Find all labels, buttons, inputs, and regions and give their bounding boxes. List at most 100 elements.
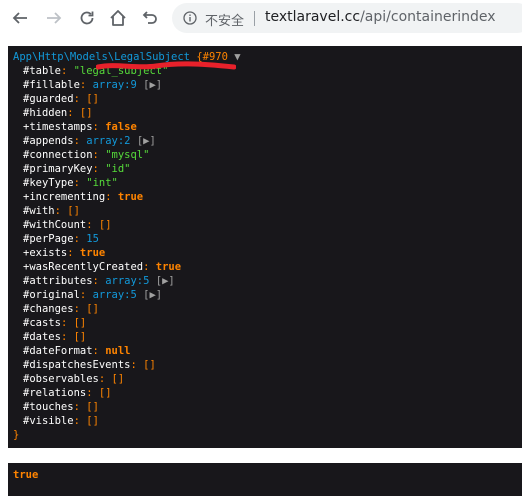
redaction-scribble bbox=[96, 61, 236, 70]
var-dump-panel-2: true bbox=[8, 463, 522, 496]
property-separator: : bbox=[79, 289, 93, 301]
back-button[interactable] bbox=[8, 6, 32, 30]
property-value: [] bbox=[79, 107, 93, 119]
property-name: keyType bbox=[29, 177, 74, 189]
property-name: timestamps bbox=[29, 121, 93, 133]
property-name: table bbox=[29, 65, 61, 77]
property-value: [] bbox=[86, 401, 99, 413]
property-value: "mysql" bbox=[105, 149, 150, 161]
property-separator: : bbox=[92, 345, 106, 357]
property-name: touches bbox=[29, 401, 74, 413]
property-name: visible bbox=[29, 415, 74, 427]
property-value: array:9 bbox=[92, 79, 137, 91]
property-name: wasRecentlyCreated bbox=[29, 261, 144, 273]
expand-toggle[interactable]: [▶] bbox=[137, 79, 162, 91]
property-name: incrementing bbox=[29, 191, 106, 203]
browser-toolbar: 不安全 textlaravel.cc/api/containerindex bbox=[0, 0, 522, 36]
property-separator: : bbox=[79, 79, 93, 91]
property-name: casts bbox=[29, 317, 61, 329]
undo-arrow-icon bbox=[142, 11, 157, 24]
property-name: connection bbox=[29, 149, 93, 161]
property-row: #appends: array:2 [▶] bbox=[23, 134, 156, 148]
property-name: dispatchesEvents bbox=[29, 359, 131, 371]
property-value: [] bbox=[86, 93, 99, 105]
property-name: attributes bbox=[29, 275, 93, 287]
property-name: exists bbox=[29, 247, 68, 259]
property-row: #dates: [] bbox=[23, 330, 86, 344]
property-row: #keyType: "int" bbox=[23, 176, 118, 190]
property-separator: : bbox=[67, 107, 80, 119]
home-button[interactable] bbox=[106, 6, 130, 30]
property-value: true bbox=[155, 261, 182, 273]
property-separator: : bbox=[54, 205, 68, 217]
property-row: +wasRecentlyCreated: true bbox=[23, 260, 181, 274]
property-separator: : bbox=[73, 233, 87, 245]
property-row: #connection: "mysql" bbox=[23, 148, 149, 162]
property-separator: : bbox=[60, 331, 74, 343]
property-row: #changes: [] bbox=[23, 302, 99, 316]
expand-toggle[interactable]: [▶] bbox=[149, 275, 175, 287]
property-separator: : bbox=[92, 121, 106, 133]
property-row: #attributes: array:5 [▶] bbox=[23, 274, 175, 288]
undo-button[interactable] bbox=[138, 6, 162, 30]
property-value: array:2 bbox=[86, 135, 131, 147]
property-separator: : bbox=[67, 247, 80, 259]
info-icon[interactable] bbox=[183, 11, 197, 25]
property-separator: : bbox=[130, 359, 144, 371]
property-value: [] bbox=[86, 415, 99, 427]
property-separator: : bbox=[92, 275, 106, 287]
security-status-label[interactable]: 不安全 bbox=[205, 10, 244, 29]
property-value: true bbox=[117, 191, 144, 203]
arrow-right-icon bbox=[47, 12, 62, 24]
property-row: #observables: [] bbox=[23, 372, 124, 386]
expand-toggle[interactable]: [▶] bbox=[131, 135, 156, 147]
property-value: "int" bbox=[86, 177, 118, 189]
expand-toggle[interactable]: [▶] bbox=[137, 289, 162, 301]
property-row: #hidden: [] bbox=[23, 106, 93, 120]
property-name: guarded bbox=[29, 93, 74, 105]
property-value: 15 bbox=[86, 233, 99, 245]
property-value: [] bbox=[98, 219, 112, 231]
property-row: #casts: [] bbox=[23, 316, 86, 330]
address-bar[interactable]: 不安全 textlaravel.cc/api/containerindex bbox=[172, 3, 522, 33]
property-row: #relations: [] bbox=[23, 386, 112, 400]
property-row: #guarded: [] bbox=[23, 92, 99, 106]
property-name: with bbox=[29, 205, 55, 217]
property-name: dates bbox=[29, 331, 61, 343]
property-row: #touches: [] bbox=[23, 400, 99, 414]
property-value: [] bbox=[73, 331, 87, 343]
property-row: #withCount: [] bbox=[23, 218, 112, 232]
property-row: +incrementing: true bbox=[23, 190, 143, 204]
url-path: /api/containerindex bbox=[360, 9, 496, 25]
property-separator: : bbox=[60, 65, 74, 77]
home-icon bbox=[110, 10, 126, 26]
property-name: primaryKey bbox=[29, 163, 93, 175]
property-name: withCount bbox=[29, 219, 87, 231]
property-separator: : bbox=[73, 93, 87, 105]
property-value: array:5 bbox=[105, 275, 150, 287]
property-separator: : bbox=[86, 219, 99, 231]
property-row: #primaryKey: "id" bbox=[23, 162, 131, 176]
property-row: +exists: true bbox=[23, 246, 105, 260]
property-row: #with: [] bbox=[23, 204, 80, 218]
reload-button[interactable] bbox=[75, 6, 99, 30]
property-name: fillable bbox=[29, 79, 80, 91]
property-separator: : bbox=[73, 135, 87, 147]
address-separator bbox=[254, 11, 255, 26]
forward-button[interactable] bbox=[42, 6, 66, 30]
property-name: original bbox=[29, 289, 80, 301]
property-separator: : bbox=[73, 415, 87, 427]
property-value: [] bbox=[111, 373, 125, 385]
property-name: perPage bbox=[29, 233, 74, 245]
property-row: #dateFormat: null bbox=[23, 344, 131, 358]
property-name: relations bbox=[29, 387, 87, 399]
property-separator: : bbox=[73, 303, 87, 315]
url-text[interactable]: textlaravel.cc/api/containerindex bbox=[265, 9, 496, 25]
property-separator: : bbox=[73, 177, 87, 189]
url-host: textlaravel.cc bbox=[265, 9, 361, 25]
property-row: #visible: [] bbox=[23, 414, 99, 428]
property-separator: : bbox=[98, 373, 112, 385]
property-name: dateFormat bbox=[29, 345, 93, 357]
property-separator: : bbox=[92, 149, 106, 161]
property-value: [] bbox=[67, 205, 80, 217]
